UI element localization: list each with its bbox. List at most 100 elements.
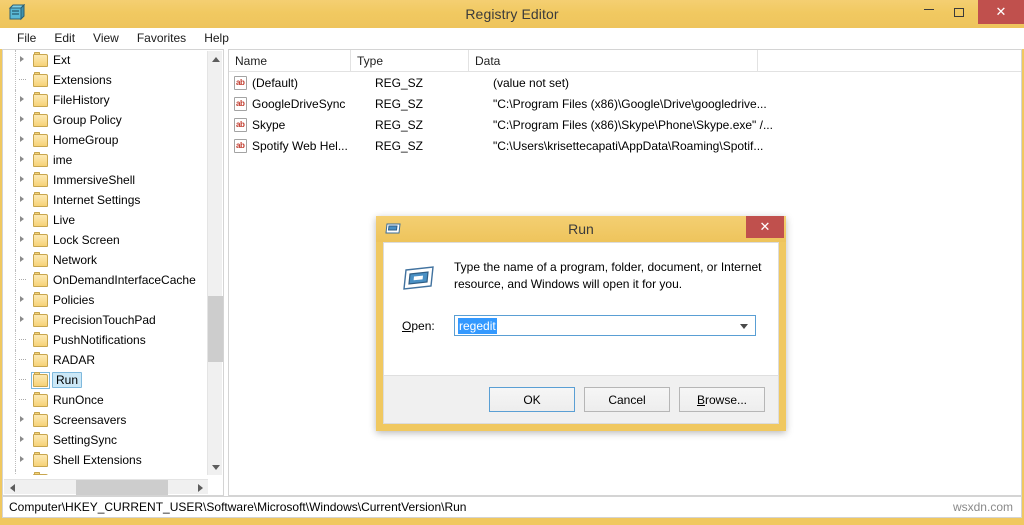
tree-guide-line [15,90,16,110]
table-row[interactable]: (Default) REG_SZ (value not set) [229,72,1021,93]
expand-arrow-icon[interactable] [20,56,24,62]
minimize-button[interactable] [914,0,944,24]
expand-arrow-icon[interactable] [20,96,24,102]
run-dialog-close-button[interactable]: ✕ [746,216,784,238]
expand-arrow-icon[interactable] [20,156,24,162]
tree-item-network[interactable]: Network [3,250,208,270]
run-dialog-title: Run [568,221,594,237]
tree-guide-line [15,130,16,150]
tree-item-group-policy[interactable]: Group Policy [3,110,208,130]
browse-accelerator: B [696,392,705,407]
folder-icon [33,231,48,247]
tree-item-label: Run [52,372,83,388]
expand-arrow-icon[interactable] [20,116,24,122]
tree-item-ext[interactable]: Ext [3,50,208,70]
menu-help[interactable]: Help [195,29,238,48]
browse-button[interactable]: Browse... [679,387,765,412]
tree-item-label: ImmersiveShell [53,173,136,187]
tree-item-live[interactable]: Live [3,210,208,230]
tree-item-label: RADAR [53,353,96,367]
menu-favorites[interactable]: Favorites [128,29,195,48]
open-input-value[interactable]: regedit [458,317,497,334]
cell-data: "C:\Users\krisettecapati\AppData\Roaming… [493,138,764,153]
folder-icon [31,371,50,389]
cell-name: GoogleDriveSync [252,96,346,111]
tree-connector [19,279,26,280]
scroll-down-icon[interactable] [208,459,223,475]
folder-icon [33,431,48,447]
cell-type: REG_SZ [375,138,424,153]
tree-guide-line [15,430,16,450]
tree-connector [19,339,26,340]
scroll-up-icon[interactable] [208,51,223,67]
expand-arrow-icon[interactable] [20,136,24,142]
tree-item-homegroup[interactable]: HomeGroup [3,130,208,150]
title-bar[interactable]: Registry Editor ✕ [0,0,1024,28]
column-header-name[interactable]: Name [229,50,351,72]
table-row[interactable]: Skype REG_SZ "C:\Program Files (x86)\Skype… [229,114,1021,135]
tree-item-radar[interactable]: RADAR [3,350,208,370]
chevron-down-icon[interactable] [740,324,748,329]
tree-item-filehistory[interactable]: FileHistory [3,90,208,110]
cancel-button[interactable]: Cancel [584,387,670,412]
tree-guide-line [15,350,16,370]
folder-icon [33,331,48,347]
tree-item-label: PushNotifications [53,333,146,347]
menu-edit[interactable]: Edit [45,29,84,48]
folder-icon [33,291,48,307]
expand-arrow-icon[interactable] [20,216,24,222]
scroll-right-icon[interactable] [192,480,208,495]
tree-horizontal-scrollbar[interactable] [4,479,208,495]
tree-guide-line [15,270,16,290]
tree-guide-line [15,110,16,130]
folder-icon [33,391,48,407]
tree-item-policies[interactable]: Policies [3,290,208,310]
expand-arrow-icon[interactable] [20,296,24,302]
run-dialog-title-bar[interactable]: Run ✕ [376,216,786,242]
tree-item-ondemandinterfacecache[interactable]: OnDemandInterfaceCache [3,270,208,290]
tree-horizontal-scroll-thumb[interactable] [76,480,168,495]
scroll-left-icon[interactable] [4,480,20,495]
menu-view[interactable]: View [84,29,128,48]
tree-item-extensions[interactable]: Extensions [3,70,208,90]
tree-item-ime[interactable]: ime [3,150,208,170]
table-row[interactable]: Spotify Web Hel... REG_SZ "C:\Users\kriset… [229,135,1021,156]
menu-file[interactable]: File [8,29,45,48]
expand-arrow-icon[interactable] [20,436,24,442]
tree-item-internet-settings[interactable]: Internet Settings [3,190,208,210]
tree-item-label: ime [53,153,73,167]
maximize-button[interactable] [944,0,974,24]
tree-item-pushnotifications[interactable]: PushNotifications [3,330,208,350]
tree-item-shell-extensions[interactable]: Shell Extensions [3,450,208,470]
expand-arrow-icon[interactable] [20,196,24,202]
folder-icon [33,171,48,187]
tree-item-immersiveshell[interactable]: ImmersiveShell [3,170,208,190]
tree-item-screensavers[interactable]: Screensavers [3,410,208,430]
tree-guide-line [15,290,16,310]
column-header-data[interactable]: Data [469,50,758,72]
run-icon [402,264,436,292]
expand-arrow-icon[interactable] [20,456,24,462]
column-header-type[interactable]: Type [351,50,469,72]
close-button[interactable]: ✕ [978,0,1024,24]
expand-arrow-icon[interactable] [20,176,24,182]
tree-item-precisiontouchpad[interactable]: PrecisionTouchPad [3,310,208,330]
tree-item-label: PrecisionTouchPad [53,313,156,327]
tree-item-skydrive[interactable]: SkyDrive [3,470,208,475]
cell-name: (Default) [252,75,299,90]
tree-vertical-scrollbar[interactable] [207,51,223,475]
table-row[interactable]: GoogleDriveSync REG_SZ "C:\Program Files (… [229,93,1021,114]
ok-button[interactable]: OK [489,387,575,412]
tree-guide-line [15,310,16,330]
tree-connector [19,399,26,400]
expand-arrow-icon[interactable] [20,416,24,422]
tree-item-runonce[interactable]: RunOnce [3,390,208,410]
tree-item-settingsync[interactable]: SettingSync [3,430,208,450]
expand-arrow-icon[interactable] [20,256,24,262]
expand-arrow-icon[interactable] [20,316,24,322]
expand-arrow-icon[interactable] [20,236,24,242]
open-combobox[interactable]: regedit [454,315,756,336]
tree-vertical-scroll-thumb[interactable] [208,296,223,362]
tree-item-lock-screen[interactable]: Lock Screen [3,230,208,250]
tree-item-run[interactable]: Run [3,370,208,390]
